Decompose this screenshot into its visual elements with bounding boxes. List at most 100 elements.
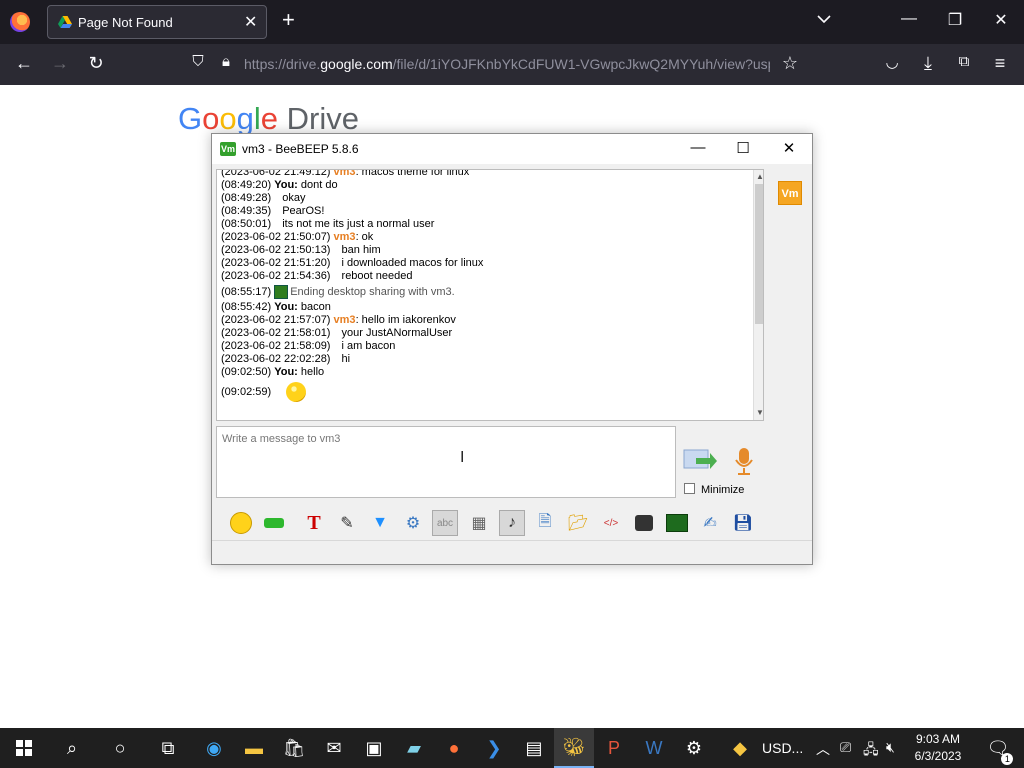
status-bar <box>212 540 812 565</box>
color-brush-icon[interactable]: ✎ <box>334 510 360 536</box>
save-chat-icon[interactable]: 🗎︎ <box>532 510 558 536</box>
chat-message: (2023-06-02 21:50:07) vm3: ok <box>221 231 751 244</box>
send-message-icon[interactable] <box>682 446 718 474</box>
screenshot-camera-icon[interactable] <box>631 510 657 536</box>
volume-muted-icon[interactable]: 🔇︎ <box>886 739 895 756</box>
chat-message: (08:49:28) okay <box>221 192 751 205</box>
chat-history[interactable]: (2023-06-02 21:49:12) vm3: macos theme f… <box>216 169 764 421</box>
clock-time[interactable]: 9:03 AM <box>900 732 976 746</box>
chat-message: (09:02:59) <box>221 379 751 405</box>
bookmark-star-icon[interactable]: ☆ <box>778 53 802 74</box>
save-disk-icon[interactable]: 💾︎ <box>730 510 756 536</box>
mail-icon[interactable]: ✉ <box>314 728 354 768</box>
system-message-text: Ending desktop sharing with vm3. <box>290 286 455 298</box>
search-icon[interactable]: ⌕ <box>52 728 92 768</box>
scroll-down-arrow-icon[interactable]: ▼ <box>754 408 763 417</box>
control-panel-icon[interactable]: ▤ <box>514 728 554 768</box>
notification-center-icon[interactable]: 🗨︎ 1 <box>978 728 1018 768</box>
message-text: its not me its just a normal user <box>282 218 435 230</box>
edit-notes-icon[interactable]: ✍ <box>697 510 723 536</box>
message-timestamp: (2023-06-02 21:54:36) <box>221 270 331 282</box>
voice-message-mic-icon[interactable] <box>732 446 756 476</box>
reload-icon[interactable]: ↻ <box>84 53 108 74</box>
show-hidden-icons-chevron-icon[interactable]: ︿ <box>816 739 830 759</box>
scrollbar-thumb[interactable] <box>755 184 763 324</box>
settings-gears-icon[interactable]: ⚙ <box>400 510 426 536</box>
cortana-icon[interactable]: ○ <box>100 728 140 768</box>
beebeep-title-bar[interactable]: Vm vm3 - BeeBEEP 5.8.6 — ☐ ✕ <box>212 134 812 164</box>
message-text: PearOS! <box>282 205 325 217</box>
chat-message: (08:55:42) You: bacon <box>221 301 751 314</box>
currency-widget-label[interactable]: USD... <box>762 740 803 756</box>
url-bar[interactable]: https://drive.google.com/file/d/1iYOJFKn… <box>244 56 770 72</box>
bee-maximize-icon[interactable]: ☐ <box>728 139 758 157</box>
browser-nav-bar: ← → ↻ ⛉ 🔒︎ https://drive.google.com/file… <box>0 44 1024 85</box>
tracking-protection-shield-icon[interactable]: ⛉ <box>186 53 210 70</box>
font-style-icon[interactable]: T <box>301 510 327 536</box>
list-all-tabs-chevron-icon[interactable] <box>817 12 831 27</box>
downloads-icon[interactable]: ⤓ <box>916 53 940 74</box>
message-timestamp: (2023-06-02 21:58:09) <box>221 340 331 352</box>
chat-message: (2023-06-02 21:49:12) vm3: macos theme f… <box>221 169 751 179</box>
vm3-user-avatar[interactable]: Vm <box>778 181 802 205</box>
message-text: : hello im iakorenkov <box>355 314 456 326</box>
window-minimize-icon[interactable]: — <box>894 10 924 28</box>
hamburger-menu-icon[interactable]: ≡ <box>988 53 1012 74</box>
chat-message-list: (2023-06-02 21:49:12) vm3: macos theme f… <box>221 169 751 405</box>
lock-icon[interactable]: 🔒︎ <box>214 53 238 70</box>
html-code-icon[interactable]: </> <box>598 510 624 536</box>
terminal-icon[interactable]: ▣ <box>354 728 394 768</box>
spellcheck-icon[interactable]: abc <box>432 510 458 536</box>
message-input[interactable]: Write a message to vm3 I <box>216 426 676 498</box>
window-restore-icon[interactable]: ❐ <box>940 10 970 30</box>
beebeep-taskbar-icon[interactable]: 🐝︎ <box>554 728 594 768</box>
powershell-icon[interactable]: ❯ <box>474 728 514 768</box>
browser-tab[interactable]: Page Not Found ✕ <box>47 5 267 39</box>
pocket-icon[interactable]: ◡ <box>880 53 904 71</box>
window-close-icon[interactable]: ✕ <box>986 10 1016 30</box>
meet-now-camera-icon[interactable]: ⎚ <box>840 739 851 756</box>
chat-message: (08:49:20) You: dont do <box>221 179 751 192</box>
chat-message: (2023-06-02 22:02:28) hi <box>221 353 751 366</box>
file-explorer-icon[interactable]: ▬ <box>234 728 274 768</box>
bee-minimize-icon[interactable]: — <box>683 139 713 156</box>
scroll-up-arrow-icon[interactable]: ▲ <box>754 172 763 181</box>
message-text: dont do <box>297 179 338 191</box>
google-drive-logo[interactable]: Google Drive <box>178 101 359 137</box>
clock-date[interactable]: 6/3/2023 <box>900 749 976 763</box>
message-timestamp: (2023-06-02 21:49:12) <box>221 169 331 178</box>
settings-icon[interactable]: ⚙ <box>674 728 714 768</box>
tab-close-icon[interactable]: ✕ <box>244 12 257 32</box>
new-tab-icon[interactable]: + <box>282 9 295 31</box>
chat-scrollbar[interactable]: ▲ ▼ <box>753 170 763 420</box>
bee-close-icon[interactable]: ✕ <box>774 139 804 157</box>
notepad-icon[interactable]: ▰ <box>394 728 434 768</box>
dictionary-icon[interactable]: ▦ <box>466 510 492 536</box>
url-path: /file/d/1iYOJFKnbYkCdFUW1-VGwpcJkwQ2MYYu… <box>392 56 770 72</box>
desktop-share-icon[interactable] <box>664 510 690 536</box>
edge-browser-icon[interactable]: ◉ <box>194 728 234 768</box>
beebeep-chat-window: Vm vm3 - BeeBEEP 5.8.6 — ☐ ✕ (2023-06-02… <box>211 133 813 565</box>
sound-note-icon[interactable]: ♪ <box>499 510 525 536</box>
word-icon[interactable]: W <box>634 728 674 768</box>
send-file-folder-icon[interactable]: 📂︎ <box>565 510 591 536</box>
filter-icon[interactable]: ▼ <box>367 510 393 536</box>
message-timestamp: (08:55:42) <box>221 301 272 313</box>
firefox-menu-icon[interactable] <box>10 12 30 32</box>
minimize-checkbox[interactable] <box>684 483 695 494</box>
start-button-windows-icon[interactable] <box>4 728 44 768</box>
task-view-icon[interactable]: ⧉ <box>148 728 188 768</box>
message-timestamp: (08:55:17) <box>221 286 272 298</box>
user-side-panel: Vm <box>769 169 809 499</box>
message-timestamp: (08:49:28) <box>221 192 272 204</box>
network-icon[interactable]: 🖧︎ <box>863 739 879 763</box>
firefox-taskbar-icon[interactable]: ● <box>434 728 474 768</box>
forward-icon[interactable]: → <box>48 53 72 74</box>
currency-widget-icon[interactable]: ◆ <box>720 728 760 768</box>
back-icon[interactable]: ← <box>12 53 36 74</box>
powerpoint-icon[interactable]: P <box>594 728 634 768</box>
green-tray-icon[interactable] <box>261 510 287 536</box>
emoticon-smiley-icon[interactable] <box>228 510 254 536</box>
microsoft-store-icon[interactable]: 🛍︎ <box>274 728 314 768</box>
extensions-icon[interactable]: ⧉ <box>952 53 976 70</box>
